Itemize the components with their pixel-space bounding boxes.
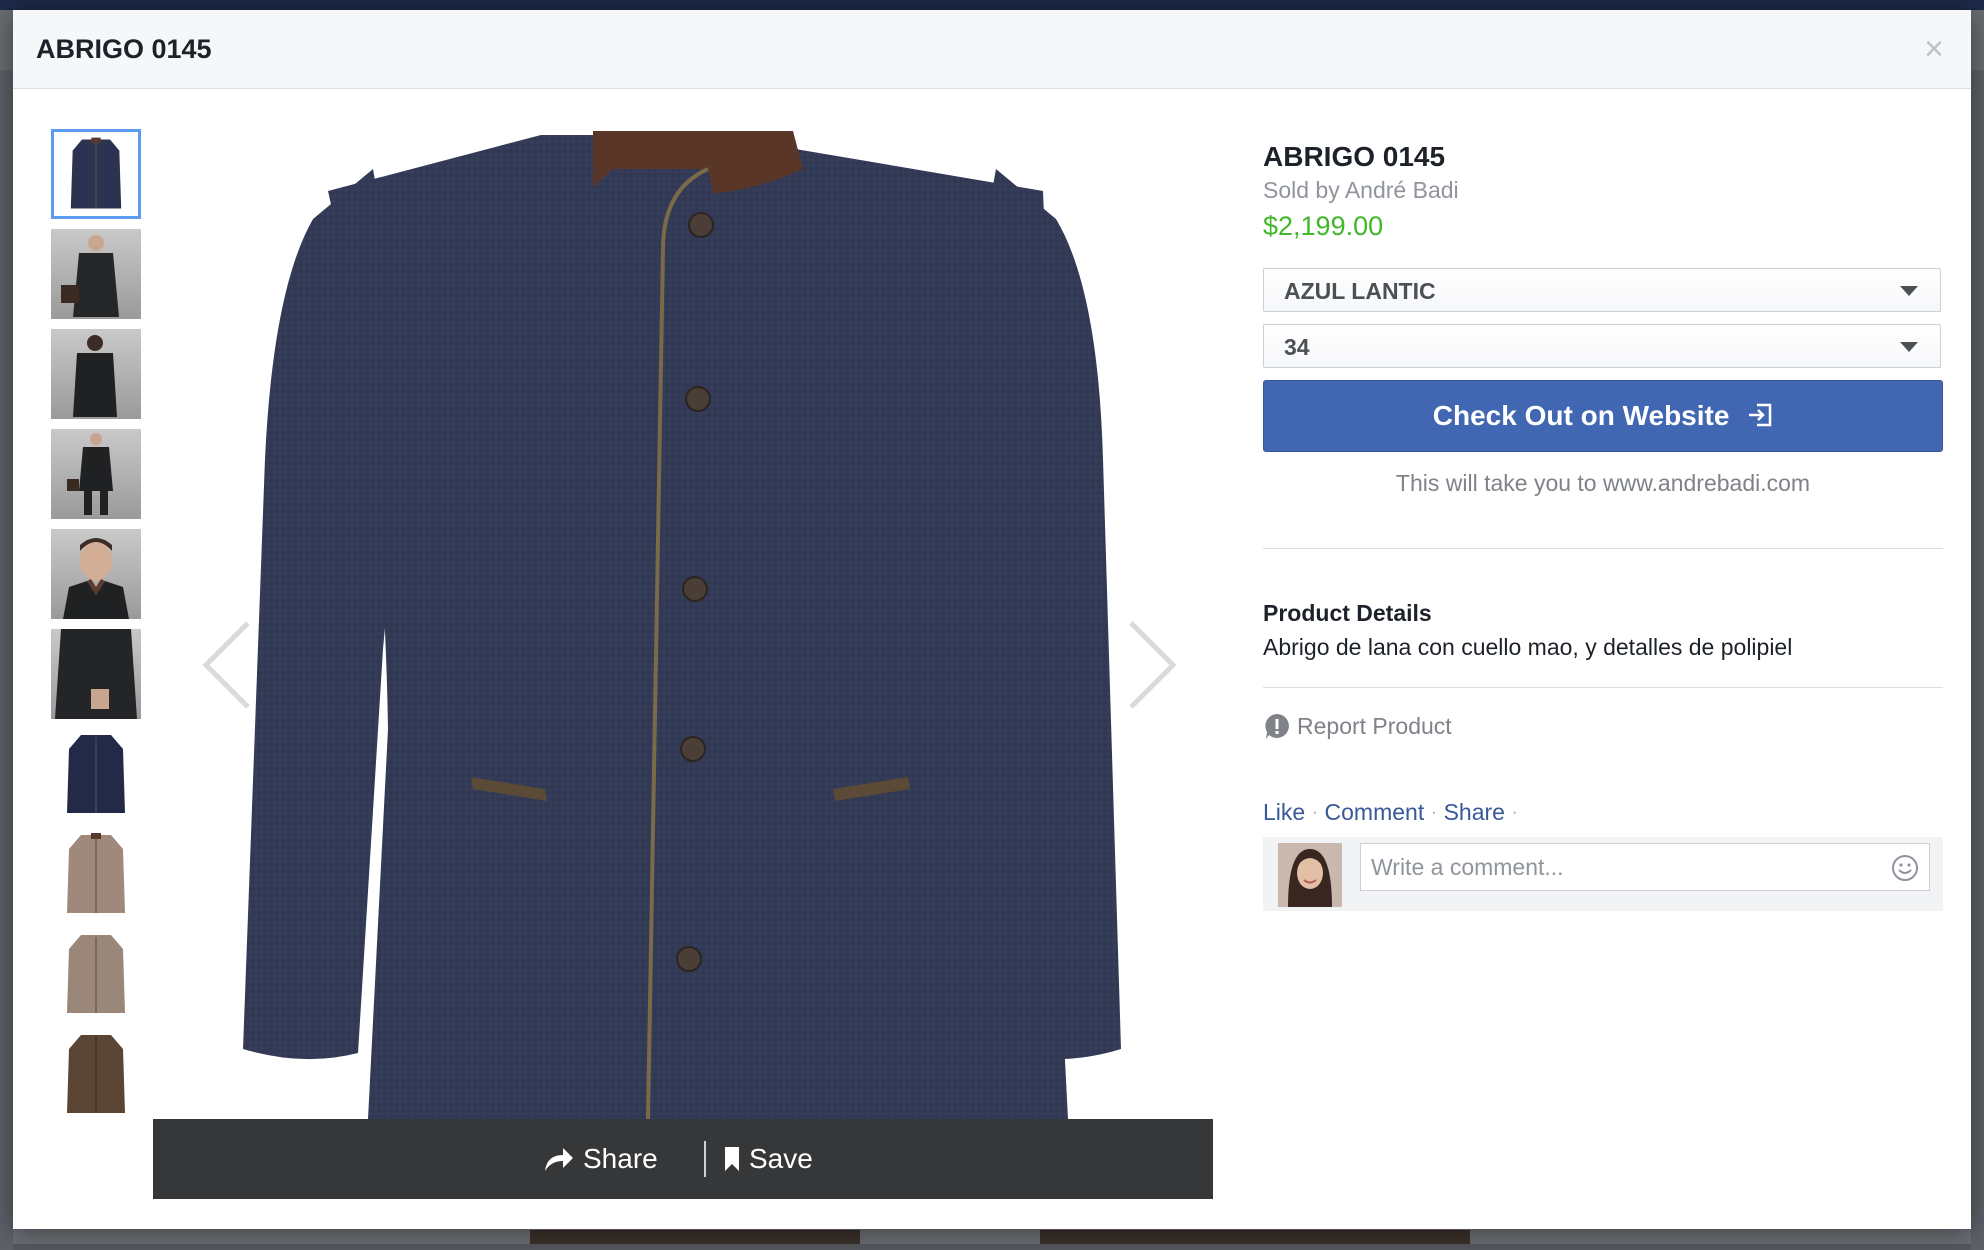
thumbnail-beige-coat-alt[interactable] bbox=[51, 929, 141, 1019]
thumbnail-beige-coat[interactable] bbox=[51, 829, 141, 919]
share-link[interactable]: Share bbox=[1444, 799, 1505, 826]
separator-dot: · bbox=[1312, 803, 1318, 821]
model-coat-full-icon bbox=[67, 433, 113, 515]
model-coat-back-icon bbox=[73, 335, 117, 417]
separator-dot: · bbox=[1511, 803, 1518, 821]
close-icon[interactable]: × bbox=[1919, 32, 1949, 66]
emoji-icon[interactable] bbox=[1891, 854, 1919, 882]
top-nav-strip bbox=[0, 0, 1984, 10]
checkout-button[interactable]: Check Out on Website bbox=[1263, 380, 1943, 452]
action-bar-separator bbox=[704, 1141, 706, 1177]
beige-coat-alt-icon bbox=[67, 935, 125, 1013]
coat-detail-icon bbox=[55, 629, 137, 719]
feedback-actions: Like · Comment · Share · bbox=[1263, 799, 1524, 826]
size-select[interactable]: 34 bbox=[1263, 324, 1941, 368]
size-select-value: 34 bbox=[1284, 334, 1310, 360]
external-link-icon bbox=[1749, 403, 1772, 426]
report-alert-icon bbox=[1265, 714, 1289, 739]
comment-composer: Write a comment... bbox=[1263, 837, 1943, 911]
image-action-bar: Share Save bbox=[153, 1119, 1213, 1199]
thumbnail-coat-detail[interactable] bbox=[51, 629, 141, 719]
thumbnail-brown-coat[interactable] bbox=[51, 1029, 141, 1119]
modal-title: ABRIGO 0145 bbox=[36, 34, 212, 64]
product-details-text: Abrigo de lana con cuello mao, y detalle… bbox=[1263, 634, 1793, 660]
color-select[interactable]: AZUL LANTIC bbox=[1263, 268, 1941, 312]
product-title: ABRIGO 0145 bbox=[1263, 141, 1446, 172]
thumbnail-model-coat-bag[interactable] bbox=[51, 229, 141, 319]
chevron-down-icon bbox=[1900, 342, 1918, 352]
report-product-link[interactable]: Report Product bbox=[1263, 712, 1452, 740]
beige-coat-icon bbox=[67, 833, 125, 913]
product-seller: Sold by André Badi bbox=[1263, 177, 1459, 203]
background-photo bbox=[1040, 1230, 1470, 1244]
background-right-strip bbox=[1971, 70, 1984, 1250]
model-coat-bag-icon bbox=[61, 235, 119, 317]
product-image-coat bbox=[243, 131, 1121, 1119]
comment-link[interactable]: Comment bbox=[1325, 799, 1425, 826]
color-select-value: AZUL LANTIC bbox=[1284, 278, 1436, 304]
like-link[interactable]: Like bbox=[1263, 799, 1305, 826]
share-arrow-icon bbox=[545, 1148, 573, 1171]
redirect-note: This will take you to www.andrebadi.com bbox=[1395, 470, 1811, 496]
comment-placeholder: Write a comment... bbox=[1371, 854, 1564, 880]
separator-dot: · bbox=[1431, 803, 1437, 821]
product-modal: ABRIGO 0145 × Share Save ABRIGO 0145 Sol… bbox=[13, 10, 1971, 1229]
model-portrait-icon bbox=[63, 538, 129, 619]
comment-input[interactable]: Write a comment... bbox=[1360, 843, 1930, 891]
product-details-heading: Product Details bbox=[1263, 600, 1432, 626]
brown-coat-icon bbox=[67, 1035, 125, 1113]
main-image-stage: Share Save bbox=[153, 129, 1213, 1199]
product-price: $2,199.00 bbox=[1263, 211, 1384, 241]
background-photo bbox=[530, 1230, 860, 1244]
navy-coat-front-icon bbox=[70, 137, 122, 209]
image-save-button[interactable]: Save bbox=[723, 1137, 813, 1181]
checkout-label: Check Out on Website bbox=[1432, 400, 1730, 431]
thumbnail-model-coat-full[interactable] bbox=[51, 429, 141, 519]
image-share-button[interactable]: Share bbox=[543, 1137, 658, 1181]
bookmark-icon bbox=[725, 1147, 739, 1171]
next-arrow-icon[interactable] bbox=[1121, 619, 1181, 711]
avatar bbox=[1278, 843, 1342, 907]
image-share-label: Share bbox=[583, 1143, 658, 1174]
chevron-down-icon bbox=[1900, 286, 1918, 296]
thumbnail-model-portrait[interactable] bbox=[51, 529, 141, 619]
thumbnail-model-coat-back[interactable] bbox=[51, 329, 141, 419]
divider bbox=[1263, 548, 1943, 549]
divider bbox=[1263, 687, 1943, 688]
background-left-strip bbox=[0, 70, 13, 1250]
image-save-label: Save bbox=[749, 1143, 813, 1174]
thumbnail-navy-coat-small[interactable] bbox=[51, 729, 141, 819]
report-product-label: Report Product bbox=[1297, 712, 1452, 739]
thumbnail-navy-coat-front[interactable] bbox=[51, 129, 141, 219]
modal-header: ABRIGO 0145 × bbox=[13, 10, 1971, 89]
thumbnail-list bbox=[51, 129, 141, 1129]
previous-arrow-icon[interactable] bbox=[198, 619, 258, 711]
navy-coat-small-icon bbox=[67, 735, 125, 813]
